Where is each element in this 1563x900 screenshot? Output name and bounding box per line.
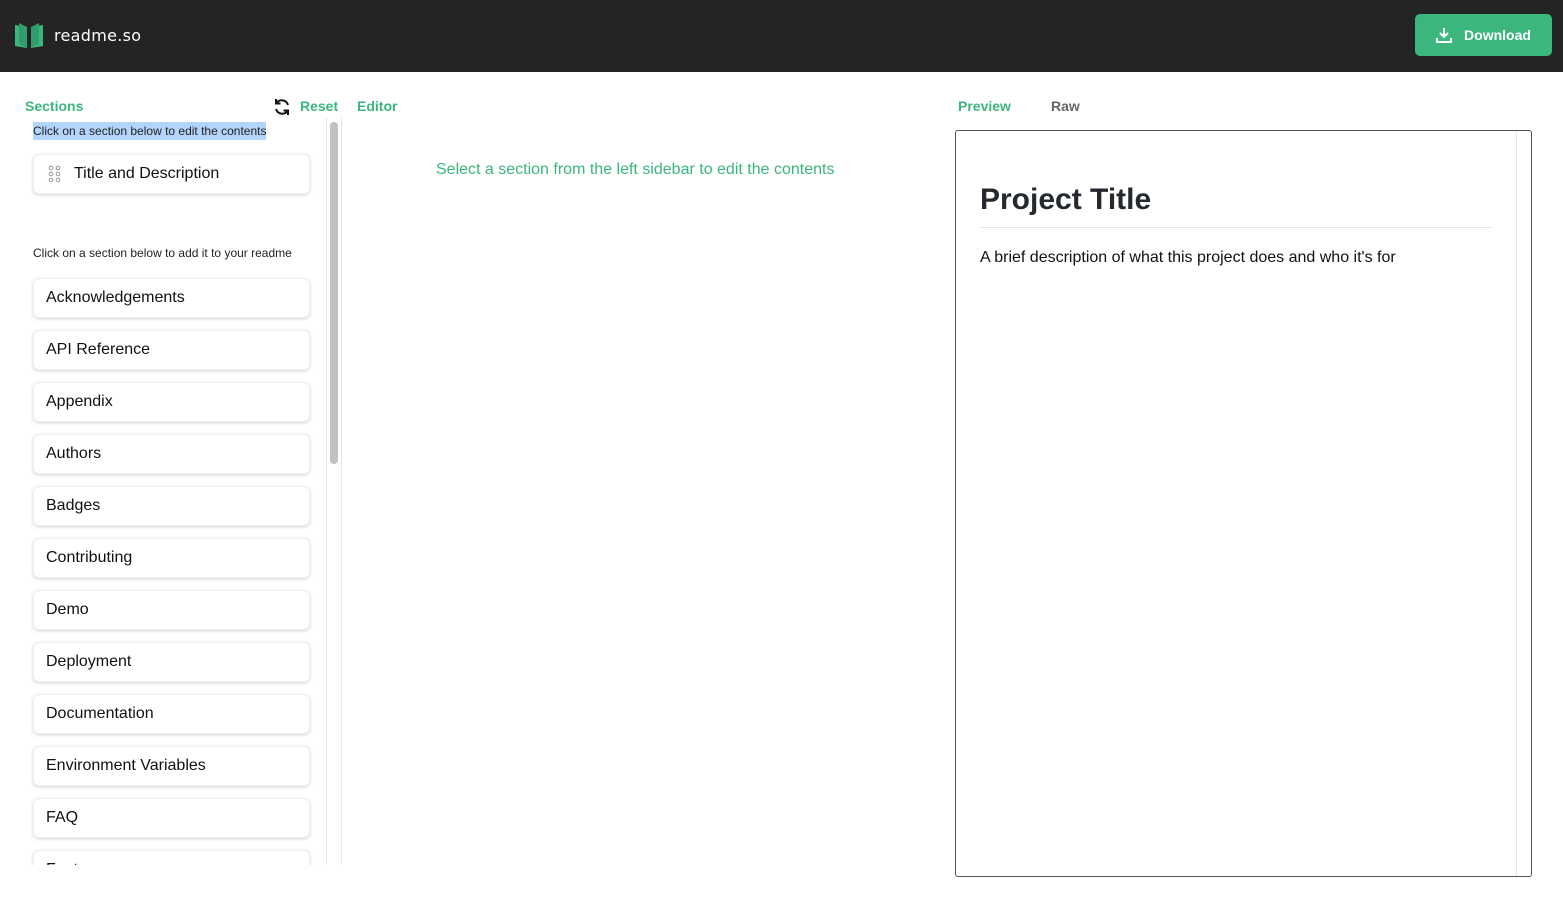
section-label: Authors [46, 445, 102, 462]
editor-title: Editor [357, 98, 398, 114]
reset-icon[interactable] [273, 98, 291, 116]
preview-heading: Project Title [980, 183, 1492, 228]
add-section-api-reference[interactable]: API Reference [33, 330, 310, 370]
reset-button[interactable]: Reset [300, 98, 338, 114]
download-icon [1436, 28, 1453, 43]
section-label: Appendix [46, 393, 113, 410]
selected-section-title-and-description[interactable]: Title and Description [33, 154, 310, 194]
add-section-documentation[interactable]: Documentation [33, 694, 310, 734]
add-sections-hint: Click on a section below to add it to yo… [33, 246, 292, 260]
sidebar-scrollbar[interactable] [330, 122, 338, 464]
section-label: API Reference [46, 341, 151, 358]
preview-panel: Project Title A brief description of wha… [955, 130, 1532, 877]
tab-preview[interactable]: Preview [958, 98, 1011, 114]
section-label: FAQ [46, 809, 79, 826]
divider [341, 118, 342, 865]
book-icon [15, 23, 43, 48]
section-label: Features [46, 861, 109, 865]
preview-scrollbar-track[interactable] [1516, 131, 1517, 876]
sections-title: Sections [25, 98, 84, 114]
tab-raw[interactable]: Raw [1051, 98, 1080, 114]
add-section-authors[interactable]: Authors [33, 434, 310, 474]
add-section-demo[interactable]: Demo [33, 590, 310, 630]
editor-empty-message: Select a section from the left sidebar t… [436, 161, 835, 178]
drag-handle-icon[interactable] [48, 165, 62, 183]
section-label: Title and Description [74, 165, 220, 182]
add-section-faq[interactable]: FAQ [33, 798, 310, 838]
section-label: Demo [46, 601, 89, 618]
preview-description: A brief description of what this project… [980, 249, 1396, 266]
section-label: Deployment [46, 653, 132, 670]
add-section-contributing[interactable]: Contributing [33, 538, 310, 578]
section-label: Contributing [46, 549, 133, 566]
add-section-appendix[interactable]: Appendix [33, 382, 310, 422]
add-section-environment-variables[interactable]: Environment Variables [33, 746, 310, 786]
download-button[interactable]: Download [1415, 14, 1552, 56]
download-label: Download [1464, 27, 1531, 43]
selected-sections-hint: Click on a section below to edit the con… [33, 122, 267, 140]
section-label: Documentation [46, 705, 154, 722]
add-section-deployment[interactable]: Deployment [33, 642, 310, 682]
top-bar: readme.so Download [0, 0, 1563, 72]
add-section-acknowledgements[interactable]: Acknowledgements [33, 278, 310, 318]
section-label: Badges [46, 497, 101, 514]
add-section-badges[interactable]: Badges [33, 486, 310, 526]
divider [326, 118, 327, 865]
sections-list[interactable]: Click on a section below to edit the con… [0, 118, 342, 865]
section-label: Environment Variables [46, 757, 206, 774]
app-name: readme.so [54, 25, 142, 45]
add-section-features[interactable]: Features [33, 850, 310, 865]
logo[interactable]: readme.so [14, 21, 141, 49]
section-label: Acknowledgements [46, 289, 185, 306]
